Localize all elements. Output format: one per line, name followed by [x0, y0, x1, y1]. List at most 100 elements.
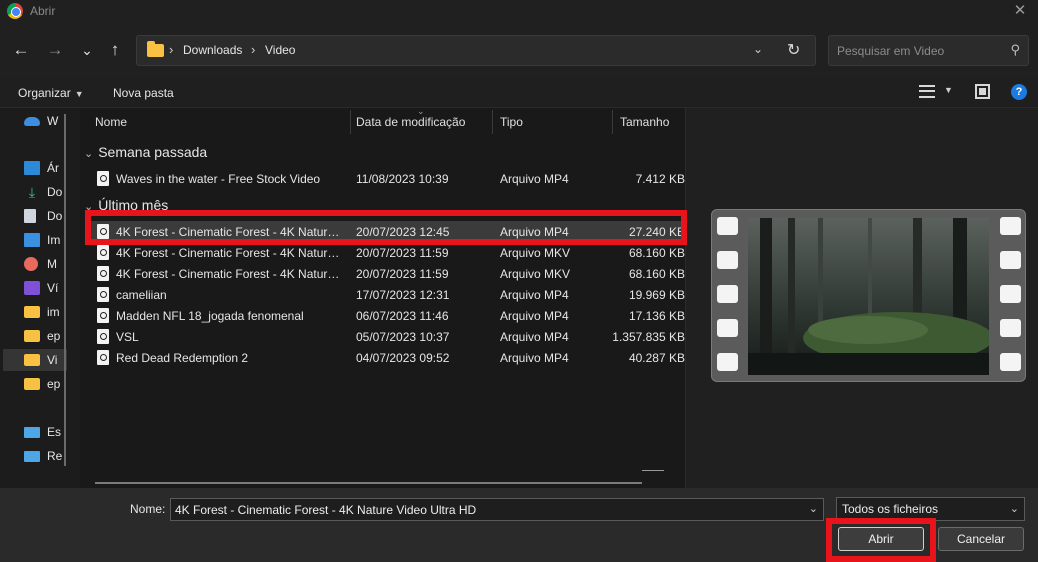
sidebar-item-music[interactable]: M [24, 253, 68, 275]
new-folder-button[interactable]: Nova pasta [113, 86, 174, 100]
file-size: 68.160 KB [628, 246, 685, 260]
search-icon[interactable]: ⚲ [1010, 42, 1020, 58]
file-name-combobox[interactable]: ⌄ [170, 498, 824, 521]
table-row[interactable]: 4K Forest - Cinematic Forest - 4K Nature… [88, 263, 685, 284]
sidebar-item-onedrive[interactable]: W [24, 110, 68, 132]
file-type-select[interactable]: Todos os ficheiros ⌄ [836, 497, 1025, 521]
organize-label: Organizar [18, 86, 71, 100]
file-size: 7.412 KB [635, 172, 685, 186]
file-date: 20/07/2023 12:45 [356, 225, 450, 239]
breadcrumb-video[interactable]: Video [265, 43, 295, 57]
forest-preview-image [748, 218, 989, 375]
column-header-type[interactable]: Tipo [500, 108, 523, 136]
network-icon [24, 450, 40, 462]
organize-menu[interactable]: Organizar ▼ [18, 86, 84, 100]
column-divider[interactable] [612, 110, 613, 134]
image-icon [24, 233, 40, 247]
file-name: cameliian [116, 288, 167, 302]
folder-icon [147, 41, 164, 57]
horizontal-scrollbar[interactable] [95, 482, 642, 484]
computer-icon [24, 426, 40, 438]
close-icon[interactable]: ✕ [1010, 1, 1030, 21]
group-label: Semana passada [98, 144, 208, 160]
file-type: Arquivo MP4 [500, 288, 569, 302]
table-row[interactable]: Madden NFL 18_jogada fenomenal 06/07/202… [88, 305, 685, 326]
video-file-icon [97, 245, 109, 260]
film-hole [1000, 353, 1021, 371]
group-header-last-month[interactable]: ⌄ Último mês [84, 197, 168, 217]
table-row[interactable]: 4K Forest - Cinematic Forest - 4K Nature… [88, 242, 685, 263]
table-row[interactable]: cameliian 17/07/2023 12:31 Arquivo MP4 1… [88, 284, 685, 305]
sidebar-item-network[interactable]: Re [24, 445, 68, 467]
chevron-down-icon: ⌄ [84, 201, 94, 213]
film-hole [717, 285, 738, 303]
table-row[interactable]: Waves in the water - Free Stock Video 11… [88, 168, 685, 189]
chevron-right-icon: › [169, 42, 174, 57]
sidebar-item-folder-video[interactable]: Vi [3, 349, 67, 371]
search-input[interactable] [837, 42, 1007, 60]
table-row[interactable]: Red Dead Redemption 2 04/07/2023 09:52 A… [88, 347, 685, 368]
search-box[interactable]: ⚲ [828, 35, 1029, 66]
preview-pane-icon[interactable] [975, 84, 990, 99]
film-hole [1000, 319, 1021, 337]
column-header-name[interactable]: Nome [95, 108, 127, 136]
video-thumbnail [711, 209, 1026, 382]
file-size: 40.287 KB [628, 351, 685, 365]
file-name: 4K Forest - Cinematic Forest - 4K Nature… [116, 225, 342, 239]
file-date: 04/07/2023 09:52 [356, 351, 450, 365]
chevron-down-icon: ⌄ [1009, 503, 1019, 515]
group-label: Último mês [98, 197, 169, 213]
file-name-input[interactable] [175, 502, 795, 518]
sidebar-item-videos[interactable]: Ví [24, 277, 68, 299]
table-row[interactable]: VSL 05/07/2023 10:37 Arquivo MP4 1.357.8… [88, 326, 685, 347]
file-date: 20/07/2023 11:59 [356, 267, 449, 281]
file-name: 4K Forest - Cinematic Forest - 4K Nature… [116, 246, 342, 260]
sidebar-item-folder-ep-2[interactable]: ep [24, 373, 68, 395]
up-arrow-icon[interactable]: ↑ [104, 39, 126, 61]
back-arrow-icon[interactable]: ← [10, 39, 32, 61]
sidebar-item-folder-im[interactable]: im [24, 301, 68, 323]
address-bar[interactable]: › Downloads › Video ⌄ ↻ [136, 35, 816, 66]
sidebar-scrollbar[interactable] [64, 114, 66, 466]
file-name: 4K Forest - Cinematic Forest - 4K Nature… [116, 267, 342, 281]
column-divider[interactable] [492, 110, 493, 134]
open-button[interactable]: Abrir [838, 527, 924, 551]
file-date: 17/07/2023 12:31 [356, 288, 450, 302]
sidebar-item-folder-ep[interactable]: ep [24, 325, 68, 347]
group-header-last-week[interactable]: ⌄ Semana passada [84, 144, 207, 164]
file-date: 06/07/2023 11:46 [356, 309, 449, 323]
film-hole [717, 251, 738, 269]
folder-icon [24, 378, 40, 390]
sidebar-item-desktop[interactable]: Ár [24, 157, 68, 179]
caret-down-icon[interactable]: ▼ [944, 85, 953, 95]
desktop-icon [24, 161, 40, 175]
sidebar-item-images[interactable]: Im [24, 229, 68, 251]
folder-icon [24, 354, 40, 366]
sidebar-item-this-pc[interactable]: Es [24, 421, 68, 443]
video-file-icon [97, 171, 109, 186]
refresh-icon[interactable]: ↻ [787, 40, 800, 60]
chevron-down-icon[interactable]: ⌄ [753, 42, 763, 56]
chrome-logo-icon [7, 3, 23, 19]
column-divider[interactable] [350, 110, 351, 134]
recent-locations-chevron-icon[interactable]: ⌄ [76, 39, 98, 61]
chevron-down-icon[interactable]: ⌄ [809, 502, 818, 515]
file-name: Waves in the water - Free Stock Video [116, 172, 321, 186]
table-row-selected[interactable]: 4K Forest - Cinematic Forest - 4K Nature… [88, 221, 685, 242]
cancel-button[interactable]: Cancelar [938, 527, 1024, 551]
sidebar-item-downloads[interactable]: ⤓ Do [24, 181, 68, 203]
film-hole [717, 217, 738, 235]
file-size: 68.160 KB [628, 267, 685, 281]
sidebar-item-documents[interactable]: Do [24, 205, 68, 227]
breadcrumb-downloads[interactable]: Downloads [183, 43, 242, 57]
help-icon[interactable]: ? [1011, 84, 1027, 100]
file-size: 27.240 KB [628, 225, 685, 239]
view-list-icon[interactable] [919, 85, 935, 98]
column-header-size[interactable]: Tamanho [620, 108, 669, 136]
navigation-pane: W Ár ⤓ Do Do Im M Ví im ep Vi ep Es Re [0, 108, 76, 488]
file-type: Arquivo MKV [500, 246, 571, 260]
forward-arrow-icon[interactable]: → [44, 39, 66, 61]
command-bar: Organizar ▼ Nova pasta ▼ ? [0, 78, 1038, 108]
video-file-icon [97, 224, 109, 239]
column-header-date[interactable]: Data de modificação [356, 108, 465, 136]
